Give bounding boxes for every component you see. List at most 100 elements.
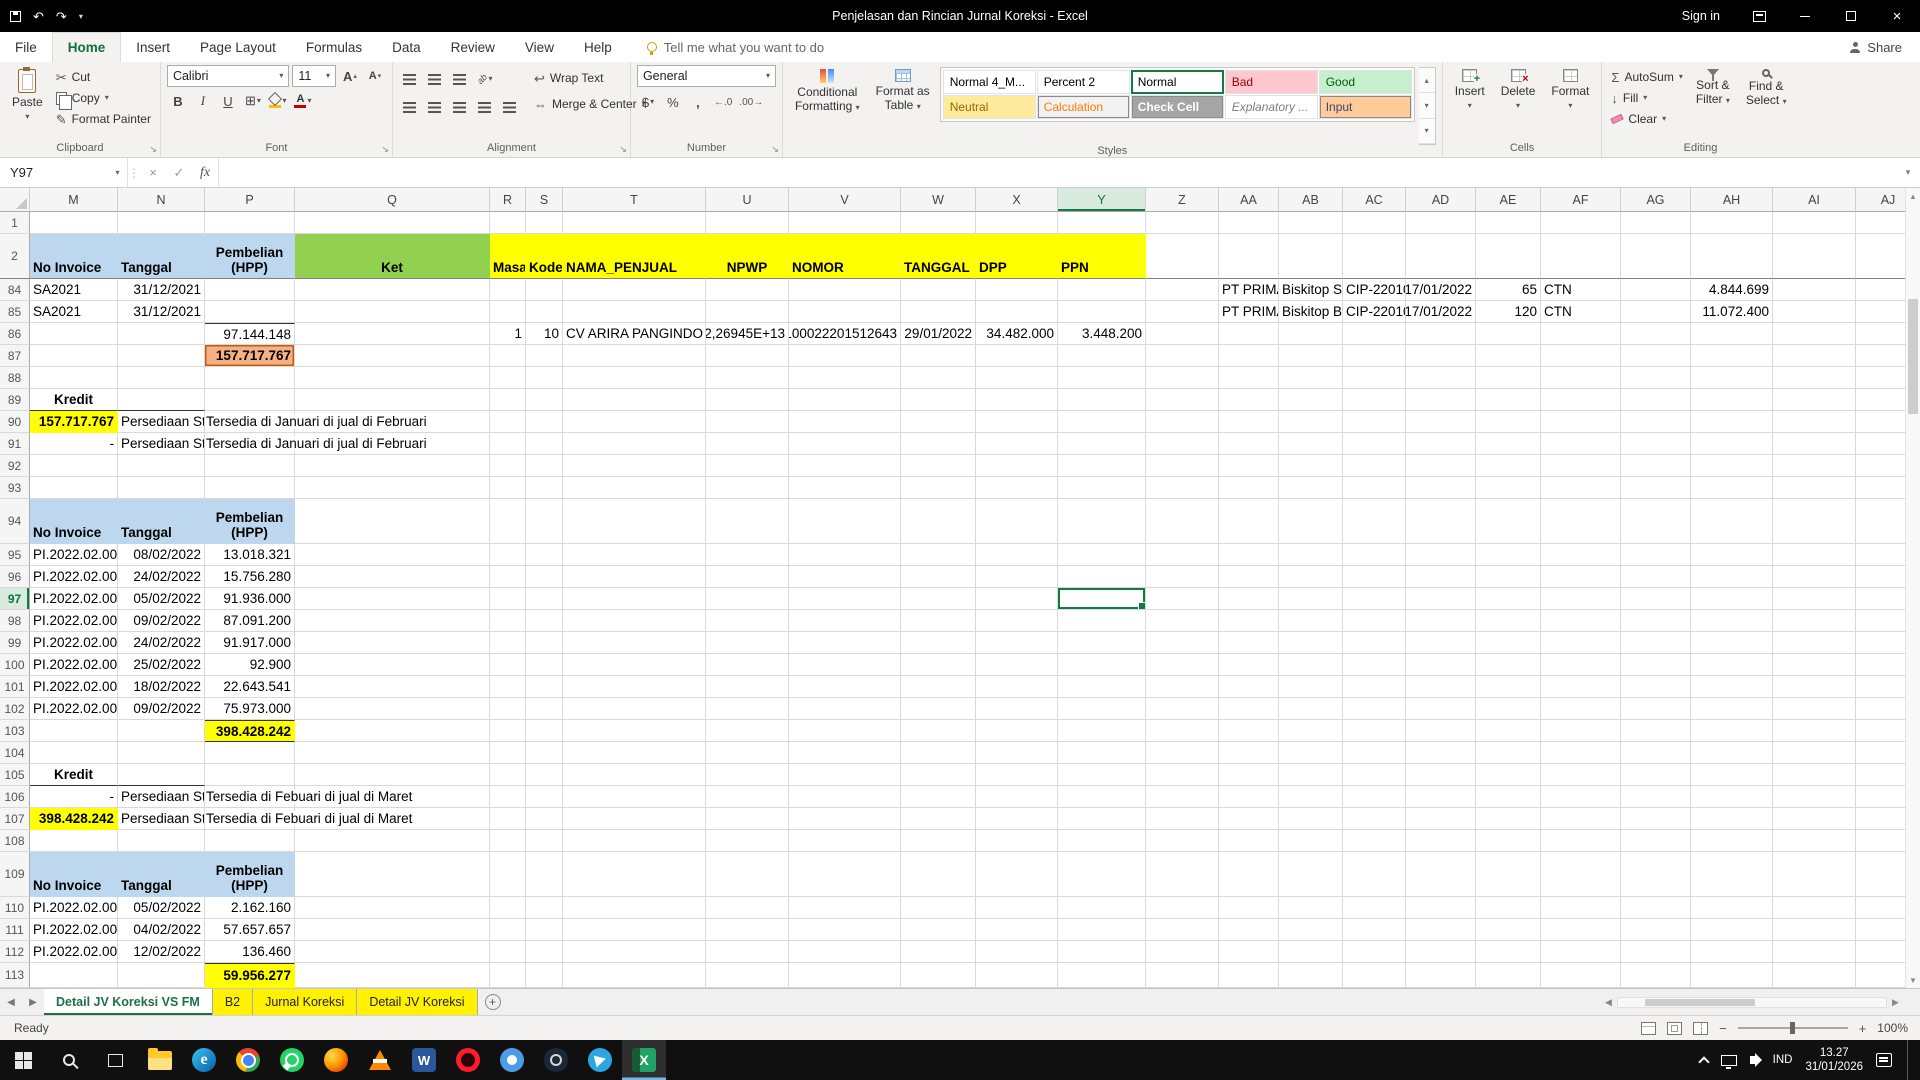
cell-Y86[interactable]: 3.448.200 (1058, 323, 1146, 345)
cell-AF105[interactable] (1541, 764, 1621, 786)
cell-AC91[interactable] (1343, 433, 1406, 455)
cell-AE93[interactable] (1476, 477, 1541, 499)
cell-AI108[interactable] (1773, 830, 1856, 852)
cell-AF100[interactable] (1541, 654, 1621, 676)
cell-M109[interactable]: No Invoice (30, 852, 118, 897)
cell-AE110[interactable] (1476, 897, 1541, 919)
ribbon-tab-formulas[interactable]: Formulas (291, 32, 377, 62)
cell-AA100[interactable] (1219, 654, 1279, 676)
cell-Y93[interactable] (1058, 477, 1146, 499)
delete-cells-button[interactable]: × Delete▾ (1495, 65, 1542, 114)
taskbar-app-chrome[interactable] (226, 1040, 270, 1080)
cell-X106[interactable] (976, 786, 1058, 808)
cell-X97[interactable] (976, 588, 1058, 610)
cell-T98[interactable] (563, 610, 706, 632)
cell-Q101[interactable] (295, 676, 490, 698)
share-button[interactable]: Share (1832, 32, 1920, 62)
zoom-in-button[interactable]: + (1859, 1021, 1867, 1036)
cell-R94[interactable] (490, 499, 526, 544)
cell-AE86[interactable] (1476, 323, 1541, 345)
cell-N91[interactable]: Persediaan Stok (118, 433, 205, 455)
cell-Q1[interactable] (295, 212, 490, 234)
cell-P84[interactable] (205, 279, 295, 301)
cell-AB112[interactable] (1279, 941, 1343, 963)
cell-AF113[interactable] (1541, 963, 1621, 988)
cell-AC95[interactable] (1343, 544, 1406, 566)
cell-T103[interactable] (563, 720, 706, 742)
vertical-scroll-thumb[interactable] (1908, 299, 1918, 414)
cell-AD94[interactable] (1406, 499, 1476, 544)
format-as-table-button[interactable]: Format asTable ▾ (870, 65, 936, 117)
ribbon-tab-review[interactable]: Review (436, 32, 510, 62)
cell-W112[interactable] (901, 941, 976, 963)
column-header-AD[interactable]: AD (1406, 188, 1476, 212)
cell-N110[interactable]: 05/02/2022 (118, 897, 205, 919)
cell-R98[interactable] (490, 610, 526, 632)
cell-T112[interactable] (563, 941, 706, 963)
cell-Y97[interactable] (1058, 588, 1146, 610)
cell-Q92[interactable] (295, 455, 490, 477)
cell-Z87[interactable] (1146, 345, 1219, 367)
cell-P106[interactable]: Tersedia di Febuari di jual di Maret (205, 786, 295, 808)
cell-P94[interactable]: Pembelian (HPP) (205, 499, 295, 544)
cell-Z85[interactable] (1146, 301, 1219, 323)
cell-AD85[interactable]: 17/01/2022 (1406, 301, 1476, 323)
number-dialog-launcher[interactable]: ↘ (771, 145, 779, 154)
cell-AG86[interactable] (1621, 323, 1691, 345)
cell-N107[interactable]: Persediaan Stok (118, 808, 205, 830)
decrease-font-size-button[interactable]: A▾ (364, 65, 386, 87)
cell-M92[interactable] (30, 455, 118, 477)
cell-N99[interactable]: 24/02/2022 (118, 632, 205, 654)
cell-M104[interactable] (30, 742, 118, 764)
cell-N101[interactable]: 18/02/2022 (118, 676, 205, 698)
cell-AH113[interactable] (1691, 963, 1773, 988)
cell-N109[interactable]: Tanggal (118, 852, 205, 897)
cell-W88[interactable] (901, 367, 976, 389)
column-header-X[interactable]: X (976, 188, 1058, 212)
cell-S88[interactable] (526, 367, 563, 389)
cell-AI98[interactable] (1773, 610, 1856, 632)
cell-U91[interactable] (706, 433, 789, 455)
cell-T108[interactable] (563, 830, 706, 852)
bold-button[interactable]: B (167, 90, 189, 112)
cell-S1[interactable] (526, 212, 563, 234)
row-header-106[interactable]: 106 (0, 786, 30, 808)
cell-Z96[interactable] (1146, 566, 1219, 588)
cell-Y1[interactable] (1058, 212, 1146, 234)
cell-AG111[interactable] (1621, 919, 1691, 941)
cell-AF99[interactable] (1541, 632, 1621, 654)
cell-AC103[interactable] (1343, 720, 1406, 742)
cell-AD93[interactable] (1406, 477, 1476, 499)
cell-Y96[interactable] (1058, 566, 1146, 588)
row-header-85[interactable]: 85 (0, 301, 30, 323)
cell-Y87[interactable] (1058, 345, 1146, 367)
cell-V84[interactable] (789, 279, 901, 301)
cell-V113[interactable] (789, 963, 901, 988)
cell-AI97[interactable] (1773, 588, 1856, 610)
cell-AA2[interactable] (1219, 234, 1279, 279)
cell-AG101[interactable] (1621, 676, 1691, 698)
cell-P113[interactable]: 59.956.277 (205, 963, 295, 988)
cell-U95[interactable] (706, 544, 789, 566)
cell-V110[interactable] (789, 897, 901, 919)
cell-U103[interactable] (706, 720, 789, 742)
cell-AF1[interactable] (1541, 212, 1621, 234)
cell-V101[interactable] (789, 676, 901, 698)
cell-AG110[interactable] (1621, 897, 1691, 919)
cell-N93[interactable] (118, 477, 205, 499)
cell-V107[interactable] (789, 808, 901, 830)
cell-AB85[interactable]: Biskitop Bu (1279, 301, 1343, 323)
cell-AG96[interactable] (1621, 566, 1691, 588)
cell-V91[interactable] (789, 433, 901, 455)
save-icon[interactable] (10, 11, 21, 22)
insert-cells-button[interactable]: + Insert▾ (1449, 65, 1491, 114)
cell-S95[interactable] (526, 544, 563, 566)
column-header-P[interactable]: P (205, 188, 295, 212)
cell-AG87[interactable] (1621, 345, 1691, 367)
cell-AA87[interactable] (1219, 345, 1279, 367)
taskbar-app-chromium[interactable] (490, 1040, 534, 1080)
cell-AB2[interactable] (1279, 234, 1343, 279)
taskbar-app-excel[interactable]: X (622, 1040, 666, 1080)
cell-AF97[interactable] (1541, 588, 1621, 610)
cell-Y99[interactable] (1058, 632, 1146, 654)
